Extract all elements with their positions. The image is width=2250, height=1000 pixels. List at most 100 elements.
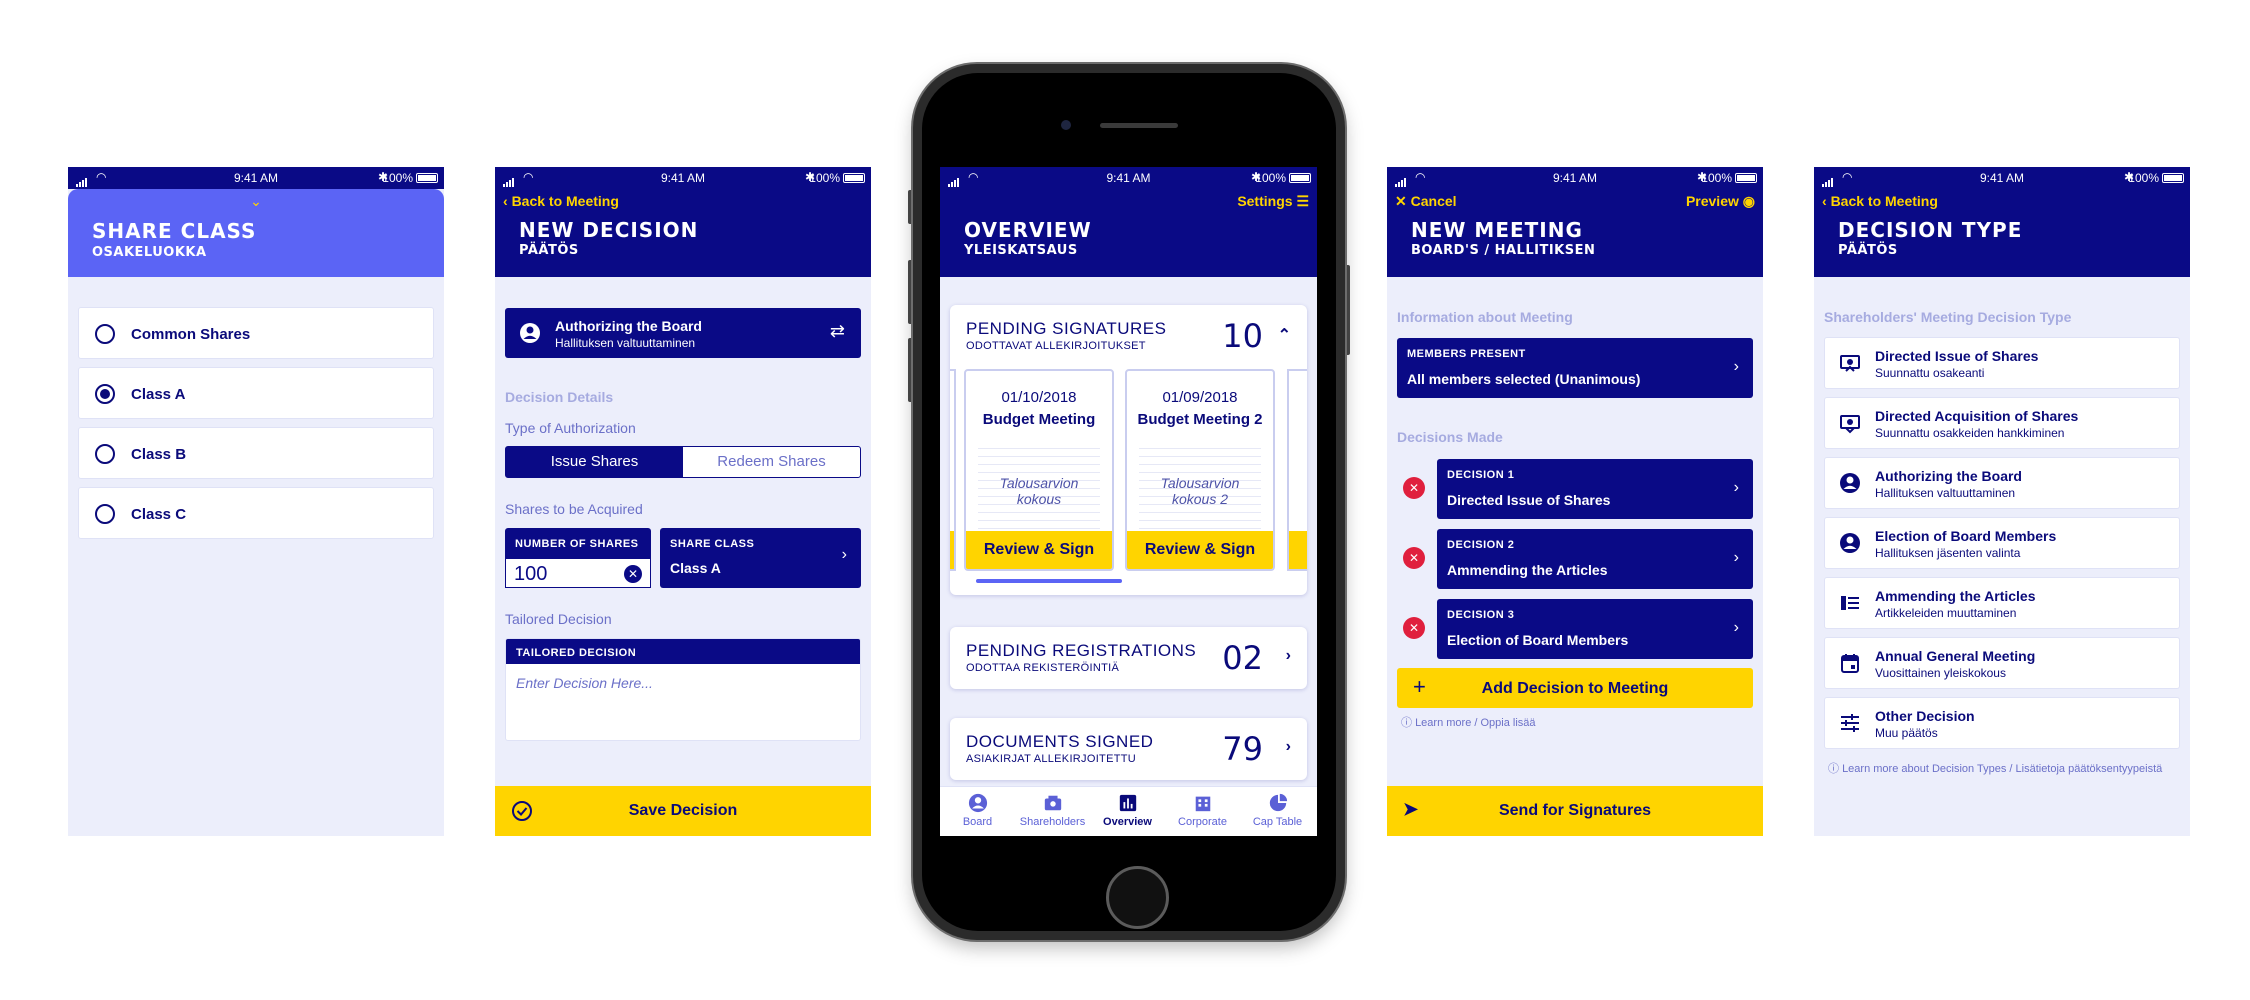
decision-label: DECISION 2 (1447, 539, 1515, 551)
remove-decision-icon[interactable]: ✕ (1403, 547, 1425, 569)
document-title-line2: kokous 2 (1171, 491, 1229, 507)
tab-cap-table[interactable]: Cap Table (1240, 793, 1315, 828)
status-bar: ◠ 9:41 AM ✱ 100% (68, 167, 444, 189)
review-sign-button[interactable]: Review & Sign (1127, 531, 1273, 569)
pending-registrations-card[interactable]: PENDING REGISTRATIONS ODOTTAA REKISTERÖI… (950, 627, 1307, 689)
number-shares-input[interactable]: 100 (514, 563, 547, 586)
tab-shareholders[interactable]: Shareholders (1015, 793, 1090, 828)
tab-corporate[interactable]: Corporate (1165, 793, 1240, 828)
meeting-info-label: Information about Meeting (1397, 309, 1573, 325)
review-sign-button[interactable]: Review & Sign (966, 531, 1112, 569)
decision-type-option[interactable]: Annual General Meeting Vuosittainen yleis… (1824, 637, 2180, 689)
segment-issue-shares[interactable]: Issue Shares (506, 447, 683, 477)
learn-more-link[interactable]: ⓘ Learn more about Decision Types / Lisä… (1828, 760, 2162, 776)
tab-board[interactable]: Board (940, 793, 1015, 828)
documents-signed-card[interactable]: DOCUMENTS SIGNED ASIAKIRJAT ALLEKIRJOITE… (950, 718, 1307, 780)
camera (1061, 120, 1071, 130)
decision-type-option[interactable]: Ammending the Articles Artikkeleiden muut… (1824, 577, 2180, 629)
meeting-card[interactable]: 01/09/2018 Budget Meeting 2 Talousarvion ko… (1125, 369, 1275, 571)
header: ◠ 9:41 AM ✱ 100% ‹ Back to Meeting DECIS… (1814, 167, 2190, 277)
share-class-value: Class A (670, 560, 721, 576)
tailored-decision-label: Tailored Decision (505, 611, 612, 627)
decision-type-option[interactable]: Election of Board Members Hallituksen jäs… (1824, 517, 2180, 569)
radio-icon[interactable] (95, 324, 115, 344)
radio-icon[interactable] (95, 444, 115, 464)
clear-icon[interactable]: ✕ (624, 565, 642, 583)
chevron-right-icon: › (1733, 619, 1739, 636)
decision-type-subtitle: Hallituksen jäsenten valinta (1875, 546, 2021, 560)
documents-signed-subtitle: ASIAKIRJAT ALLEKIRJOITETTU (966, 753, 1136, 765)
decisions-made-label: Decisions Made (1397, 429, 1503, 445)
remove-decision-icon[interactable]: ✕ (1403, 617, 1425, 639)
radio-selected-icon[interactable] (95, 384, 115, 404)
chevron-right-icon: › (1733, 479, 1739, 496)
share-class-option[interactable]: Common Shares (78, 307, 434, 359)
radio-icon[interactable] (95, 504, 115, 524)
decision-type-option[interactable]: Directed Issue of Shares Suunnattu osakea… (1824, 337, 2180, 389)
decision-type-title: Ammending the Articles (1875, 588, 2036, 604)
documents-signed-title: DOCUMENTS SIGNED (966, 732, 1154, 751)
decision-item[interactable]: DECISION 1 Directed Issue of Shares › (1437, 459, 1753, 519)
save-decision-button[interactable]: Save Decision (495, 786, 871, 836)
status-bar: ◠ 9:41 AM ✱ 100% (1814, 167, 2190, 189)
chevron-right-icon: › (1285, 738, 1291, 755)
share-class-option-label: Class A (131, 386, 186, 403)
authorization-type-card[interactable]: Authorizing the Board Hallituksen valtuu… (505, 308, 861, 358)
cancel-button[interactable]: ✕ Cancel (1395, 193, 1457, 210)
power-button (1345, 265, 1350, 355)
chevron-up-icon[interactable]: ⌃ (1278, 325, 1291, 345)
close-icon: ✕ (1395, 193, 1411, 209)
preview-button[interactable]: Preview ◉ (1686, 193, 1755, 210)
add-decision-button[interactable]: + Add Decision to Meeting (1397, 668, 1753, 708)
tailored-decision-box[interactable]: TAILORED DECISION Enter Decision Here... (505, 638, 861, 741)
home-button[interactable] (1106, 866, 1169, 929)
decision-type-subtitle: Hallituksen valtuuttaminen (1875, 486, 2016, 500)
back-button[interactable]: ‹ Back to Meeting (503, 193, 619, 209)
page-title: DECISION TYPE (1838, 218, 2023, 242)
settings-button[interactable]: Settings ☰ (1237, 193, 1309, 210)
battery-percent: 100% (382, 171, 413, 185)
members-present-field[interactable]: MEMBERS PRESENT All members selected (Un… (1397, 338, 1753, 398)
remove-decision-icon[interactable]: ✕ (1403, 477, 1425, 499)
send-signatures-button[interactable]: ➤ Send for Signatures (1387, 786, 1763, 836)
authorization-segmented-control: Issue Shares Redeem Shares (505, 446, 861, 478)
calendar-icon (1839, 652, 1861, 679)
decision-type-option[interactable]: Other Decision Muu päätös (1824, 697, 2180, 749)
decision-type-title: Election of Board Members (1875, 528, 2057, 544)
back-button[interactable]: ‹ Back to Meeting (1822, 193, 1938, 209)
battery-percent: 100% (1255, 171, 1286, 185)
pending-registrations-count: 02 (1222, 639, 1263, 677)
decision-item[interactable]: DECISION 2 Ammending the Articles › (1437, 529, 1753, 589)
number-of-shares-field[interactable]: NUMBER OF SHARES 100 ✕ (505, 528, 651, 588)
sliders-icon: ☰ (1296, 193, 1309, 209)
tab-overview[interactable]: Overview (1090, 793, 1165, 828)
share-class-field[interactable]: SHARE CLASS Class A › (660, 528, 861, 588)
help-icon: ⓘ (1401, 717, 1416, 729)
page-subtitle: PÄÄTÖS (1838, 243, 1898, 258)
swap-icon[interactable]: ⇄ (830, 321, 845, 342)
meeting-name: Budget Meeting (982, 411, 1096, 428)
chevron-down-icon[interactable]: ⌄ (68, 193, 444, 210)
pending-signatures-subtitle: ODOTTAVAT ALLEKIRJOITUKSET (966, 340, 1146, 352)
decision-value: Ammending the Articles (1447, 562, 1608, 578)
share-class-option[interactable]: Class A (78, 367, 434, 419)
pending-signatures-card[interactable]: PENDING SIGNATURES ODOTTAVAT ALLEKIRJOIT… (950, 305, 1307, 595)
decision-type-option[interactable]: Directed Acquisition of Shares Suunnattu … (1824, 397, 2180, 449)
battery-icon (2162, 173, 2184, 183)
person-icon (1839, 532, 1861, 559)
share-class-option[interactable]: Class B (78, 427, 434, 479)
decision-details-label: Decision Details (505, 389, 614, 405)
decision-type-option[interactable]: Authorizing the Board Hallituksen valtuut… (1824, 457, 2180, 509)
overview-screen: ◠ 9:41 AM ✱ 100% Settings ☰ OVERVIEW YLE… (940, 167, 1317, 836)
share-class-option[interactable]: Class C (78, 487, 434, 539)
learn-more-link[interactable]: ⓘ Learn more / Oppia lisää (1401, 714, 1536, 730)
carousel-scroll-indicator[interactable] (976, 579, 1122, 583)
meeting-card[interactable]: 01/10/2018 Budget Meeting Talousarvion koko… (964, 369, 1114, 571)
tailored-decision-input[interactable]: Enter Decision Here... (516, 675, 653, 691)
decision-item[interactable]: DECISION 3 Election of Board Members › (1437, 599, 1753, 659)
segment-redeem-shares[interactable]: Redeem Shares (683, 447, 860, 477)
page-title: OVERVIEW (964, 218, 1092, 242)
decision-type-title: Directed Acquisition of Shares (1875, 408, 2079, 424)
meeting-name: Budget Meeting 2 (1137, 411, 1263, 428)
pending-registrations-title: PENDING REGISTRATIONS (966, 641, 1197, 660)
